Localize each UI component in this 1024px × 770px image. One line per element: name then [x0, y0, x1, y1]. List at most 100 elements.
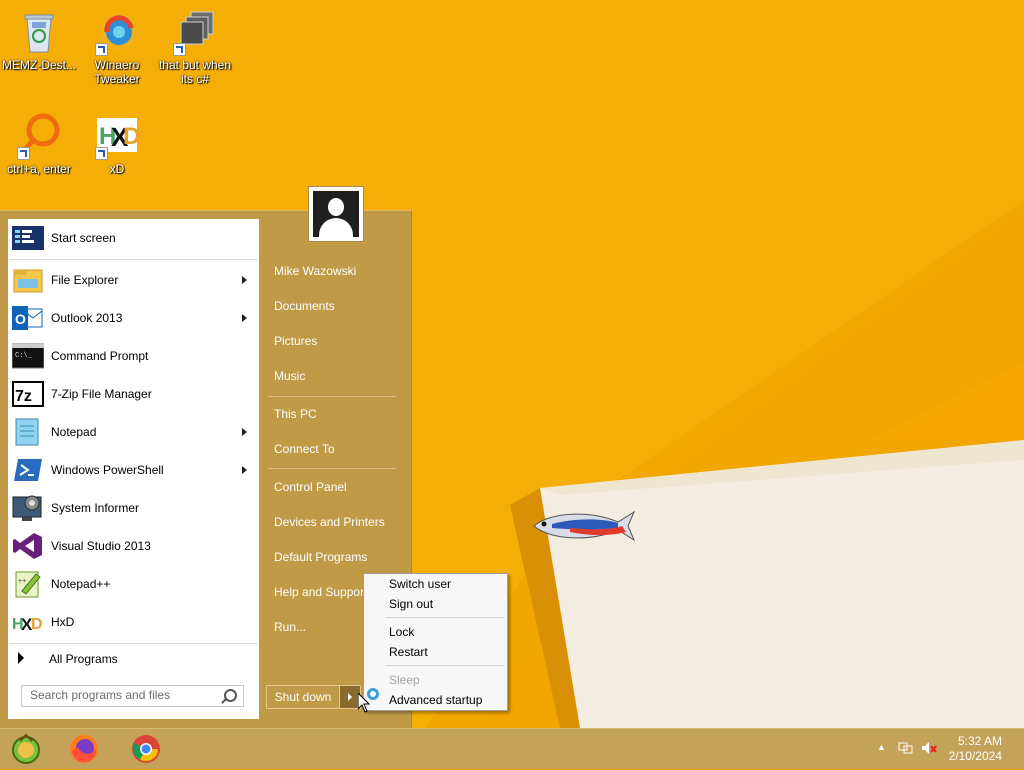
shortcut-arrow-icon: [173, 43, 186, 56]
start-menu-programs-pane: Start screen File Explorer O Outlook 201…: [8, 219, 259, 719]
search-input[interactable]: [22, 686, 220, 704]
network-icon[interactable]: [898, 740, 914, 756]
submenu-arrow-icon: [242, 466, 247, 474]
desktop-icon-xd[interactable]: H X D xD: [78, 112, 156, 176]
desktop-icon-that-but-when[interactable]: that but when its c#: [156, 8, 234, 86]
program-label: Notepad: [51, 425, 97, 439]
shutdown-button[interactable]: Shut down: [266, 685, 340, 709]
user-avatar[interactable]: [308, 186, 364, 242]
7zip-icon: 7z: [12, 379, 44, 409]
fish-icon: [533, 510, 636, 542]
desktop-icon-label: that but when its c#: [158, 58, 232, 86]
mouse-cursor-icon: [358, 693, 370, 713]
chrome-icon[interactable]: [130, 733, 162, 765]
program-file-explorer[interactable]: File Explorer: [8, 262, 259, 298]
start-screen-icon: [12, 223, 44, 253]
program-windows-powershell[interactable]: Windows PowerShell: [8, 452, 259, 488]
menu-item-advanced-startup[interactable]: Advanced startup: [389, 693, 482, 707]
program-command-prompt[interactable]: C:\_ Command Prompt: [8, 338, 259, 374]
search-icon: [224, 689, 237, 702]
all-programs-button[interactable]: All Programs: [8, 649, 259, 667]
program-label: HxD: [51, 615, 75, 629]
system-informer-icon: [12, 493, 44, 523]
right-item-music[interactable]: Music: [274, 369, 305, 383]
program-label: System Informer: [51, 501, 140, 515]
program-label: Visual Studio 2013: [51, 539, 151, 553]
program-system-informer[interactable]: System Informer: [8, 490, 259, 526]
divider: [10, 643, 257, 644]
right-item-pictures[interactable]: Pictures: [274, 334, 317, 348]
submenu-arrow-icon: [242, 428, 247, 436]
menu-item-lock[interactable]: Lock: [389, 625, 414, 639]
right-item-user[interactable]: Mike Wazowski: [274, 264, 356, 278]
command-prompt-icon: C:\_: [11, 341, 45, 371]
menu-item-switch-user[interactable]: Switch user: [389, 577, 451, 591]
program-hxd[interactable]: H X D HxD: [8, 604, 259, 640]
clock-time: 5:32 AM: [957, 734, 1002, 748]
desktop-icon-label: xD: [109, 162, 125, 176]
right-item-run[interactable]: Run...: [274, 620, 306, 634]
program-label: Command Prompt: [51, 349, 149, 363]
svg-text:D: D: [123, 123, 140, 150]
outlook-icon: O: [12, 303, 44, 333]
program-label: Outlook 2013: [51, 311, 123, 325]
shortcut-arrow-icon: [95, 147, 108, 160]
right-item-connect-to[interactable]: Connect To: [274, 442, 335, 456]
divider: [10, 259, 257, 260]
program-label: Windows PowerShell: [51, 463, 164, 477]
firefox-icon[interactable]: [68, 733, 100, 765]
svg-text:++: ++: [18, 578, 26, 585]
program-notepadpp[interactable]: ++ Notepad++: [8, 566, 259, 602]
shortcut-arrow-icon: [17, 147, 30, 160]
hxd-icon: H X D: [12, 607, 44, 637]
program-outlook-2013[interactable]: O Outlook 2013: [8, 300, 259, 336]
right-item-help-support[interactable]: Help and Suppor: [274, 585, 364, 599]
submenu-arrow-icon: [242, 314, 247, 322]
svg-text:C:\_: C:\_: [15, 352, 33, 360]
program-label: File Explorer: [51, 273, 119, 287]
program-7zip[interactable]: 7z 7-Zip File Manager: [8, 376, 259, 412]
desktop-icon-winaero[interactable]: Winaero Tweaker: [78, 8, 156, 86]
clock-date: 2/10/2024: [948, 749, 1002, 763]
all-programs-label: All Programs: [49, 652, 118, 666]
program-label: 7-Zip File Manager: [51, 387, 152, 401]
winaero-tweaker-icon: [93, 8, 141, 56]
menu-divider: [386, 617, 504, 618]
menu-item-restart[interactable]: Restart: [389, 645, 428, 659]
menu-item-sign-out[interactable]: Sign out: [389, 597, 433, 611]
hxd-icon: H X D: [93, 112, 141, 160]
right-item-control-panel[interactable]: Control Panel: [274, 480, 347, 494]
desktop-icon-label: Winaero Tweaker: [94, 58, 140, 86]
shortcut-arrow-icon: [95, 43, 108, 56]
clock[interactable]: 5:32 AM 2/10/2024: [949, 734, 1002, 764]
volume-muted-icon[interactable]: [921, 740, 939, 756]
desktop-icon-ctrl-a-enter[interactable]: ctrl+a, enter: [0, 112, 78, 176]
taskbar: ▲ 5:32 AM 2/10/2024: [0, 728, 1024, 769]
right-item-this-pc[interactable]: This PC: [274, 407, 317, 421]
svg-text:O: O: [15, 311, 26, 327]
svg-text:D: D: [31, 616, 43, 633]
file-explorer-icon: [12, 265, 44, 295]
program-start-screen[interactable]: Start screen: [8, 220, 259, 256]
menu-item-sleep: Sleep: [389, 673, 420, 687]
desktop-icon-label: ctrl+a, enter: [7, 162, 71, 176]
show-hidden-icons-icon[interactable]: ▲: [877, 742, 886, 752]
right-item-documents[interactable]: Documents: [274, 299, 335, 313]
desktop-icon-memz[interactable]: MEMZ-Dest...: [0, 8, 78, 72]
search-programs-box[interactable]: [21, 685, 244, 707]
shortcut-stack-icon: [171, 8, 219, 56]
menu-divider: [386, 665, 504, 666]
powershell-icon: [12, 455, 44, 485]
program-label: Start screen: [51, 231, 116, 245]
notepad-icon: [12, 417, 44, 447]
submenu-arrow-icon: [242, 276, 247, 284]
recycle-bin-icon: [15, 8, 63, 56]
right-item-devices-printers[interactable]: Devices and Printers: [274, 515, 385, 529]
divider: [268, 396, 396, 397]
notepadpp-icon: ++: [12, 569, 44, 599]
program-visual-studio-2013[interactable]: Visual Studio 2013: [8, 528, 259, 564]
program-notepad[interactable]: Notepad: [8, 414, 259, 450]
right-item-default-programs[interactable]: Default Programs: [274, 550, 367, 564]
start-orb-icon[interactable]: [10, 733, 42, 765]
magnifier-ring-icon: [15, 112, 63, 160]
